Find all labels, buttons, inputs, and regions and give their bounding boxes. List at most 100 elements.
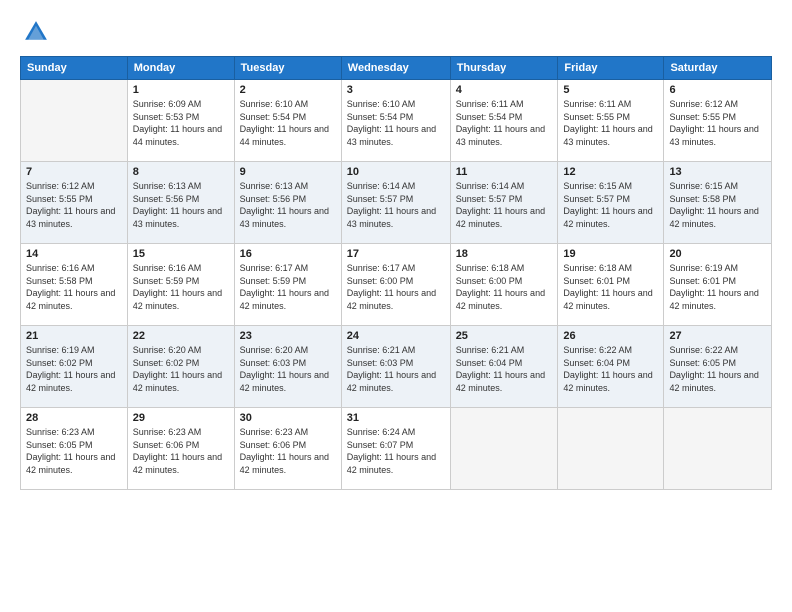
daylight-label: Daylight: 11 hours and 42 minutes. — [563, 370, 652, 393]
calendar-cell: 8 Sunrise: 6:13 AMSunset: 5:56 PMDaylight… — [127, 162, 234, 244]
day-info: Sunrise: 6:11 AMSunset: 5:55 PMDaylight:… — [563, 98, 658, 148]
calendar-cell: 26 Sunrise: 6:22 AMSunset: 6:04 PMDayligh… — [558, 326, 664, 408]
sunrise-label: Sunrise: 6:19 AM — [26, 345, 95, 355]
calendar-cell: 16Sunrise: 6:17 AMSunset: 5:59 PMDayligh… — [234, 244, 341, 326]
day-number: 6 — [669, 84, 766, 96]
day-info: Sunrise: 6:13 AMSunset: 5:56 PMDaylight:… — [133, 180, 229, 230]
calendar-cell: 11Sunrise: 6:14 AMSunset: 5:57 PMDayligh… — [450, 162, 558, 244]
calendar-cell: 23 Sunrise: 6:20 AMSunset: 6:03 PMDayligh… — [234, 326, 341, 408]
day-number: 19 — [563, 248, 658, 260]
sunrise-label: Sunrise: 6:23 AM — [26, 427, 95, 437]
sunrise-label: Sunrise: 6:11 AM — [563, 99, 631, 109]
calendar-cell: 21Sunrise: 6:19 AMSunset: 6:02 PMDayligh… — [21, 326, 128, 408]
daylight-label: Daylight: 11 hours and 43 minutes. — [347, 206, 436, 229]
day-info: Sunrise: 6:13 AMSunset: 5:56 PMDaylight:… — [240, 180, 336, 230]
day-number: 16 — [240, 248, 336, 260]
daylight-label: Daylight: 11 hours and 43 minutes. — [563, 124, 652, 147]
calendar-cell: 18Sunrise: 6:18 AMSunset: 6:00 PMDayligh… — [450, 244, 558, 326]
daylight-label: Daylight: 11 hours and 42 minutes. — [26, 288, 115, 311]
day-number: 26 — [563, 330, 658, 342]
day-number: 28 — [26, 412, 122, 424]
sunset-label: Sunset: 6:05 PM — [26, 440, 93, 450]
sunset-label: Sunset: 5:58 PM — [26, 276, 93, 286]
sunrise-label: Sunrise: 6:09 AM — [133, 99, 202, 109]
calendar-cell: 6 Sunrise: 6:12 AMSunset: 5:55 PMDaylight… — [664, 80, 772, 162]
daylight-label: Daylight: 11 hours and 42 minutes. — [563, 206, 652, 229]
sunset-label: Sunset: 5:57 PM — [563, 194, 630, 204]
day-info: Sunrise: 6:23 AMSunset: 6:06 PMDaylight:… — [133, 426, 229, 476]
daylight-label: Daylight: 11 hours and 43 minutes. — [26, 206, 115, 229]
day-info: Sunrise: 6:23 AMSunset: 6:05 PMDaylight:… — [26, 426, 122, 476]
sunset-label: Sunset: 6:01 PM — [563, 276, 630, 286]
day-info: Sunrise: 6:18 AM Sunset: 6:01 PM Daylight:… — [563, 262, 658, 312]
sunrise-label: Sunrise: 6:17 AM — [347, 263, 416, 273]
sunset-label: Sunset: 5:58 PM — [669, 194, 736, 204]
sunset-label: Sunset: 6:06 PM — [240, 440, 307, 450]
sunrise-label: Sunrise: 6:11 AM — [456, 99, 524, 109]
daylight-label: Daylight: 11 hours and 42 minutes. — [133, 452, 222, 475]
day-number: 2 — [240, 84, 336, 96]
sunrise-label: Sunrise: 6:19 AM — [669, 263, 738, 273]
calendar-header-monday: Monday — [127, 57, 234, 80]
sunrise-label: Sunrise: 6:10 AM — [347, 99, 416, 109]
sunrise-label: Sunrise: 6:18 AM — [563, 263, 632, 273]
day-number: 11 — [456, 166, 553, 178]
day-number: 18 — [456, 248, 553, 260]
logo — [20, 18, 50, 46]
day-info: Sunrise: 6:11 AMSunset: 5:54 PMDaylight:… — [456, 98, 553, 148]
sunrise-label: Sunrise: 6:14 AM — [347, 181, 416, 191]
daylight-label: Daylight: 11 hours and 42 minutes. — [133, 288, 222, 311]
day-number: 29 — [133, 412, 229, 424]
daylight-label: Daylight: 11 hours and 42 minutes. — [456, 370, 545, 393]
sunset-label: Sunset: 6:02 PM — [26, 358, 93, 368]
calendar-cell: 5Sunrise: 6:11 AMSunset: 5:55 PMDaylight… — [558, 80, 664, 162]
calendar-cell: 12Sunrise: 6:15 AMSunset: 5:57 PMDayligh… — [558, 162, 664, 244]
calendar-cell: 25Sunrise: 6:21 AMSunset: 6:04 PMDayligh… — [450, 326, 558, 408]
logo-icon — [22, 18, 50, 46]
sunset-label: Sunset: 6:04 PM — [563, 358, 630, 368]
sunset-label: Sunset: 6:03 PM — [347, 358, 414, 368]
daylight-label: Daylight: 11 hours and 42 minutes. — [347, 370, 436, 393]
calendar-cell: 1Sunrise: 6:09 AMSunset: 5:53 PMDaylight… — [127, 80, 234, 162]
daylight-label: Daylight: 11 hours and 43 minutes. — [240, 206, 329, 229]
calendar-cell: 28Sunrise: 6:23 AMSunset: 6:05 PMDayligh… — [21, 408, 128, 490]
calendar-cell: 2Sunrise: 6:10 AMSunset: 5:54 PMDaylight… — [234, 80, 341, 162]
day-info: Sunrise: 6:22 AMSunset: 6:04 PMDaylight:… — [563, 344, 658, 394]
calendar-cell: 22Sunrise: 6:20 AMSunset: 6:02 PMDayligh… — [127, 326, 234, 408]
daylight-label: Daylight: 11 hours and 43 minutes. — [133, 206, 222, 229]
calendar-cell — [558, 408, 664, 490]
sunset-label: Sunset: 5:57 PM — [347, 194, 414, 204]
daylight-label: Daylight: 11 hours and 42 minutes. — [669, 370, 758, 393]
day-number: 8 — [133, 166, 229, 178]
day-info: Sunrise: 6:12 AMSunset: 5:55 PMDaylight:… — [669, 98, 766, 148]
sunrise-label: Sunrise: 6:16 AM — [26, 263, 95, 273]
sunrise-label: Sunrise: 6:15 AM — [563, 181, 632, 191]
calendar-header-saturday: Saturday — [664, 57, 772, 80]
day-number: 17 — [347, 248, 445, 260]
day-number: 23 — [240, 330, 336, 342]
sunrise-label: Sunrise: 6:12 AM — [669, 99, 738, 109]
day-info: Sunrise: 6:21 AMSunset: 6:03 PMDaylight:… — [347, 344, 445, 394]
calendar-header-thursday: Thursday — [450, 57, 558, 80]
calendar-week-row-4: 21Sunrise: 6:19 AMSunset: 6:02 PMDayligh… — [21, 326, 772, 408]
day-number: 31 — [347, 412, 445, 424]
day-info: Sunrise: 6:23 AMSunset: 6:06 PMDaylight:… — [240, 426, 336, 476]
day-info: Sunrise: 6:20 AMSunset: 6:03 PMDaylight:… — [240, 344, 336, 394]
day-number: 22 — [133, 330, 229, 342]
calendar-header-tuesday: Tuesday — [234, 57, 341, 80]
day-info: Sunrise: 6:15 AM Sunset: 5:57 PM Daylight:… — [563, 180, 658, 230]
day-info: Sunrise: 6:15 AMSunset: 5:58 PMDaylight:… — [669, 180, 766, 230]
calendar-cell: 19 Sunrise: 6:18 AM Sunset: 6:01 PM Dayligh… — [558, 244, 664, 326]
sunset-label: Sunset: 5:59 PM — [133, 276, 200, 286]
sunrise-label: Sunrise: 6:21 AM — [456, 345, 525, 355]
calendar-week-row-1: 1Sunrise: 6:09 AMSunset: 5:53 PMDaylight… — [21, 80, 772, 162]
sunset-label: Sunset: 6:04 PM — [456, 358, 523, 368]
calendar-cell: 31Sunrise: 6:24 AMSunset: 6:07 PMDayligh… — [341, 408, 450, 490]
day-number: 9 — [240, 166, 336, 178]
daylight-label: Daylight: 11 hours and 42 minutes. — [563, 288, 652, 311]
sunrise-label: Sunrise: 6:17 AM — [240, 263, 309, 273]
sunrise-label: Sunrise: 6:20 AM — [240, 345, 309, 355]
daylight-label: Daylight: 11 hours and 42 minutes. — [240, 370, 329, 393]
sunset-label: Sunset: 5:53 PM — [133, 112, 200, 122]
calendar-cell — [450, 408, 558, 490]
